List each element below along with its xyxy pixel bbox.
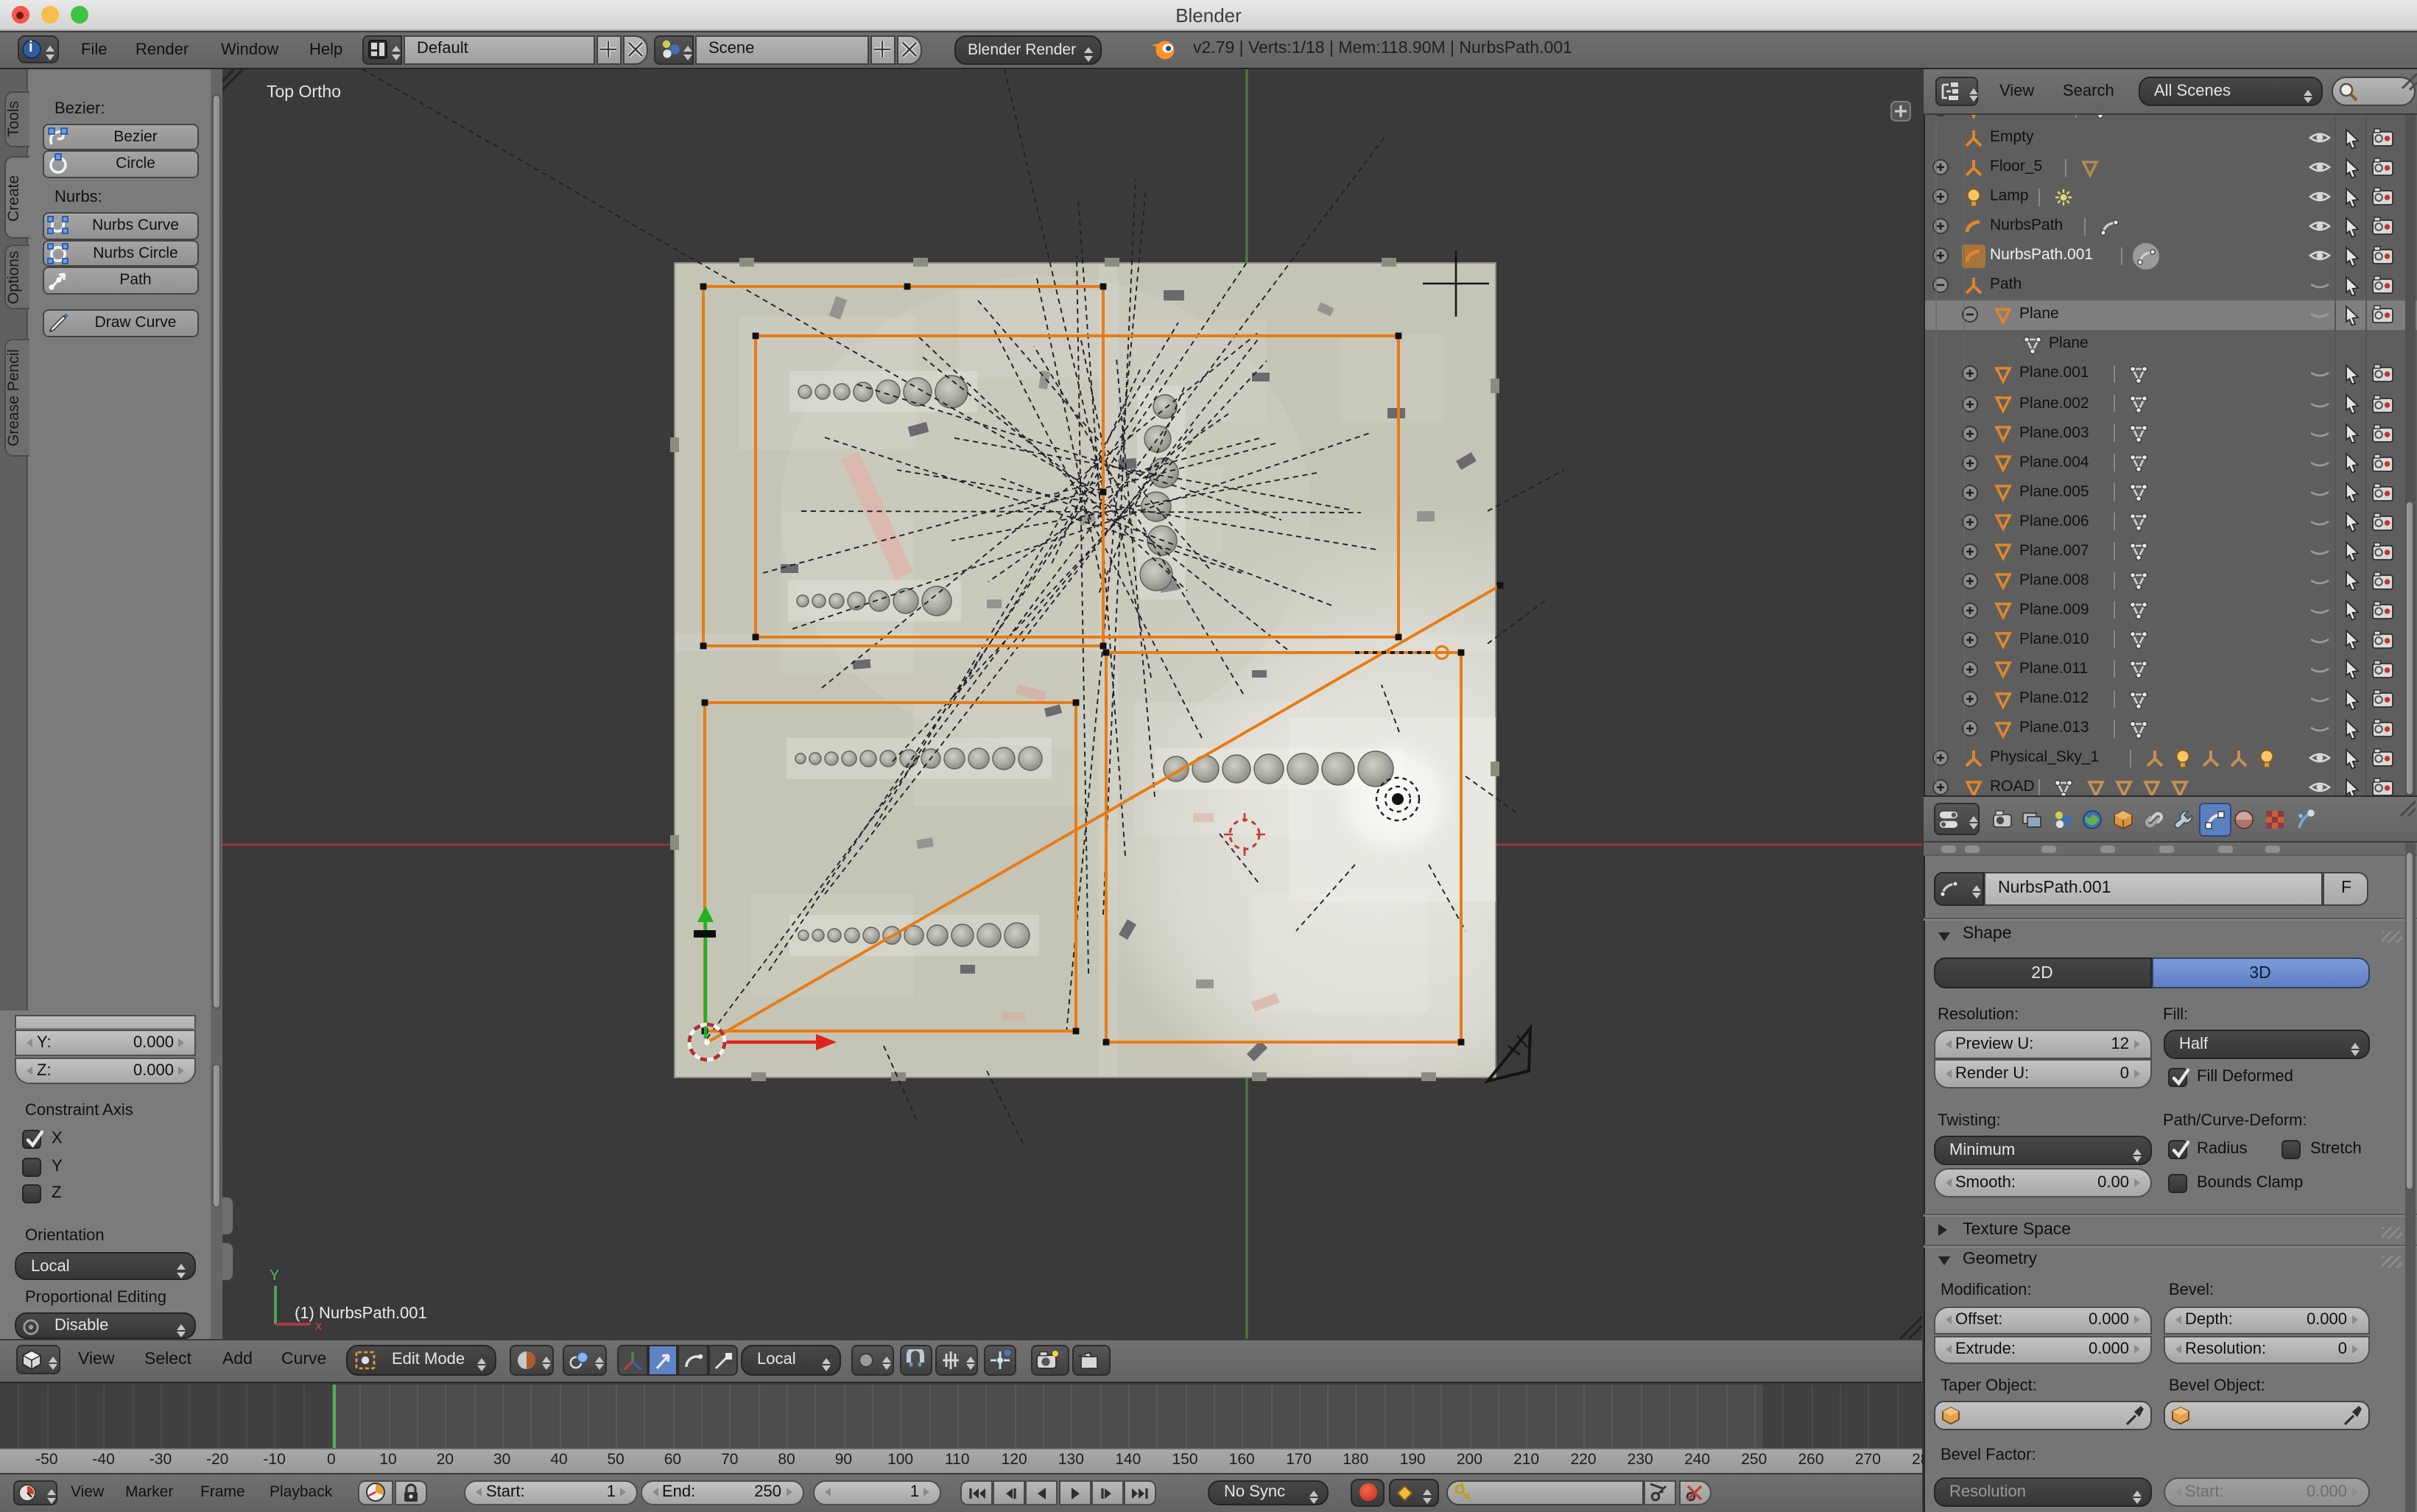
svg-text:Y: Y	[270, 1267, 279, 1284]
